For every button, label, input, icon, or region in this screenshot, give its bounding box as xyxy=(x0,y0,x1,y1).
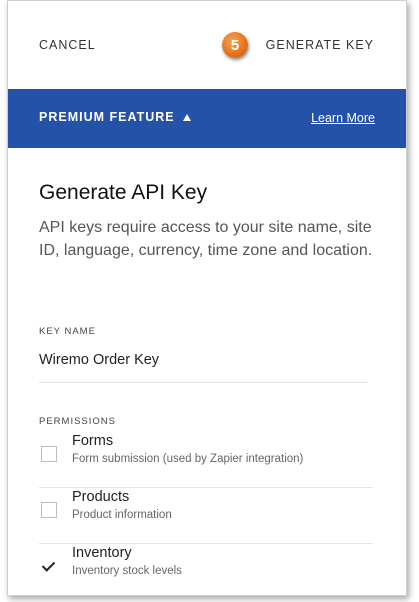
cancel-button[interactable]: CANCEL xyxy=(39,38,96,52)
products-checkbox[interactable] xyxy=(41,502,57,518)
key-name-field[interactable]: Wiremo Order Key xyxy=(39,346,367,383)
permission-subtitle: Inventory stock levels xyxy=(72,565,182,577)
permission-row-products[interactable]: Products Product information xyxy=(39,487,373,544)
premium-feature-label: PREMIUM FEATURE xyxy=(39,110,175,124)
premium-feature-banner: PREMIUM FEATURE Learn More xyxy=(8,89,406,148)
generate-key-button[interactable]: GENERATE KEY xyxy=(266,38,374,52)
key-name-label: KEY NAME xyxy=(39,326,96,337)
premium-feature-toggle[interactable]: PREMIUM FEATURE xyxy=(39,110,191,124)
permission-row-inventory[interactable]: Inventory Inventory stock levels xyxy=(39,543,373,595)
permissions-label: PERMISSIONS xyxy=(39,416,116,427)
generate-api-key-panel: CANCEL 5 GENERATE KEY PREMIUM FEATURE Le… xyxy=(7,0,407,596)
forms-checkbox[interactable] xyxy=(41,446,57,462)
permission-title: Products xyxy=(72,489,130,505)
permission-row-forms[interactable]: Forms Form submission (used by Zapier in… xyxy=(39,431,373,488)
page-title: Generate API Key xyxy=(39,181,208,204)
caret-up-icon xyxy=(182,114,191,121)
permission-title: Forms xyxy=(72,433,114,449)
form-content: Generate API Key API keys require access… xyxy=(39,148,381,577)
description-text: API keys require access to your site nam… xyxy=(39,219,373,259)
permission-title: Inventory xyxy=(72,545,132,561)
inventory-checkbox[interactable] xyxy=(41,558,57,574)
permission-subtitle: Form submission (used by Zapier integrat… xyxy=(72,453,304,465)
permission-subtitle: Product information xyxy=(72,509,172,521)
checkmark-icon xyxy=(41,558,56,572)
top-bar: CANCEL 5 GENERATE KEY xyxy=(8,1,406,89)
learn-more-link[interactable]: Learn More xyxy=(311,111,375,125)
step-badge: 5 xyxy=(222,32,248,58)
